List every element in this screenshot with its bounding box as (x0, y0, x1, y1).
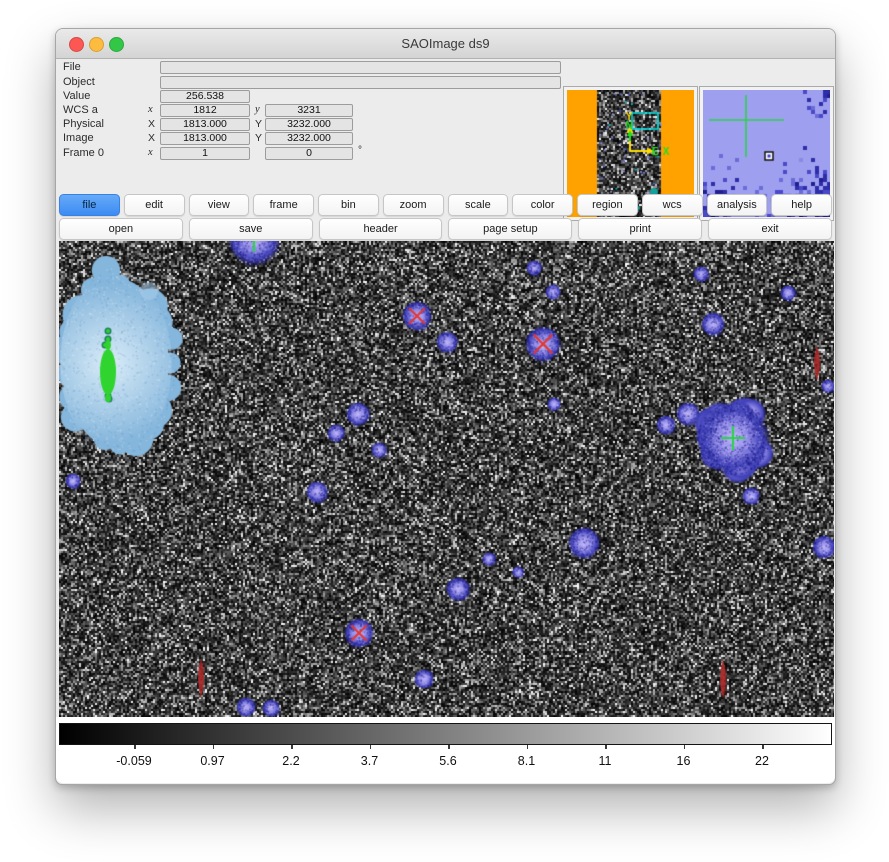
menu-button-frame[interactable]: frame (253, 194, 314, 216)
menu-button-color[interactable]: color (512, 194, 573, 216)
menubar: fileeditviewframebinzoomscalecolorregion… (59, 194, 832, 216)
colorbar-tick (291, 745, 293, 749)
colorbar-tick (213, 745, 215, 749)
colorbar-section: -0.059 0.97 2.2 3.7 5.6 8.1 11 16 22 (56, 717, 835, 783)
image-y-field[interactable]: 3232.000 (265, 132, 353, 145)
desktop: SAOImage ds9 File Object Value 256.538 W… (0, 0, 889, 862)
wcs-x-label: x (148, 104, 153, 115)
colorbar-tick (762, 745, 764, 749)
frame-zoom-label: x (148, 147, 153, 158)
physical-x-field[interactable]: 1813.000 (160, 118, 250, 131)
physical-y-field[interactable]: 3232.000 (265, 118, 353, 131)
menu-button-help[interactable]: help (771, 194, 832, 216)
frame-zoom-field[interactable]: 1 (160, 147, 250, 160)
colorbar-tick (370, 745, 372, 749)
value-field[interactable]: 256.538 (160, 90, 250, 103)
file-label: File (63, 61, 81, 73)
colorbar-tick-label: 22 (755, 754, 769, 768)
colorbar-tick-label: 5.6 (439, 754, 456, 768)
menu-button-edit[interactable]: edit (124, 194, 185, 216)
file-menu-button-page-setup[interactable]: page setup (448, 218, 572, 240)
colorbar-tick-label: 16 (677, 754, 691, 768)
menu-button-zoom[interactable]: zoom (383, 194, 444, 216)
image-label: Image (63, 132, 94, 144)
image-y-label: Y (255, 132, 262, 144)
colorbar-tick-label: 2.2 (282, 754, 299, 768)
physical-y-label: Y (255, 118, 262, 130)
window-title: SAOImage ds9 (56, 36, 835, 51)
image-x-field[interactable]: 1813.000 (160, 132, 250, 145)
filebar: open save headerpage setup print exit (59, 218, 832, 240)
colorbar-tick (448, 745, 450, 749)
wcs-y-field[interactable]: 3231 (265, 104, 353, 117)
file-menu-button-header[interactable]: header (319, 218, 443, 240)
ds9-window: SAOImage ds9 File Object Value 256.538 W… (55, 28, 836, 785)
frame-label: Frame 0 (63, 147, 104, 159)
file-field[interactable] (160, 61, 561, 74)
colorbar-gradient[interactable] (59, 723, 832, 745)
physical-x-label: X (148, 118, 155, 130)
physical-label: Physical (63, 118, 104, 130)
colorbar-tick-label: 8.1 (518, 754, 535, 768)
wcs-label: WCS a (63, 104, 98, 116)
object-label: Object (63, 76, 95, 88)
menu-button-region[interactable]: region (577, 194, 638, 216)
value-label: Value (63, 90, 90, 102)
colorbar-tick-label: 0.97 (200, 754, 224, 768)
menu-button-bin[interactable]: bin (318, 194, 379, 216)
object-field[interactable] (160, 76, 561, 89)
menu-button-scale[interactable]: scale (448, 194, 509, 216)
menu-button-wcs[interactable]: wcs (642, 194, 703, 216)
wcs-y-label: y (255, 104, 260, 115)
colorbar-tick (605, 745, 607, 749)
colorbar-tick-label: 3.7 (361, 754, 378, 768)
file-menu-button-print[interactable]: print (578, 218, 702, 240)
menu-button-view[interactable]: view (189, 194, 250, 216)
colorbar-tick (527, 745, 529, 749)
colorbar-tick (134, 745, 136, 749)
wcs-x-field[interactable]: 1812 (160, 104, 250, 117)
file-menu-button-exit[interactable]: exit (708, 218, 832, 240)
colorbar-tick (684, 745, 686, 749)
degree-symbol: ° (358, 145, 362, 156)
colorbar-tick-label: -0.059 (116, 754, 151, 768)
image-x-label: X (148, 132, 155, 144)
image-viewport[interactable] (59, 241, 834, 717)
frame-rotation-field[interactable]: 0 (265, 147, 353, 160)
titlebar[interactable]: SAOImage ds9 (56, 29, 835, 59)
menu-button-analysis[interactable]: analysis (707, 194, 768, 216)
file-menu-button-save[interactable]: save (189, 218, 313, 240)
file-menu-button-open[interactable]: open (59, 218, 183, 240)
colorbar-tick-label: 11 (599, 754, 612, 768)
menu-button-file[interactable]: file (59, 194, 120, 216)
